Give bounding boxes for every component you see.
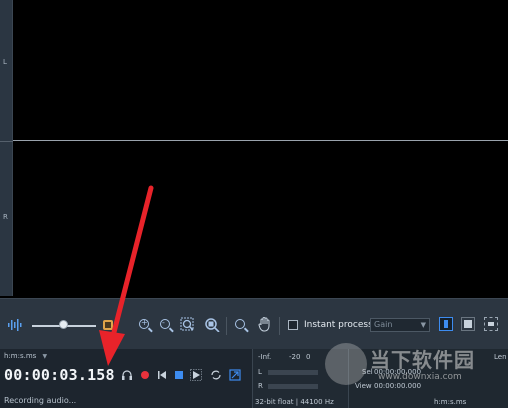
meter-zero-label: 0 (306, 353, 311, 361)
ruler-divider (0, 141, 13, 142)
headphones-icon[interactable] (121, 369, 133, 381)
zoom-in-icon[interactable]: + (139, 318, 149, 329)
zoom-out-icon[interactable]: - (160, 318, 170, 329)
chevron-down-icon: ▼ (42, 353, 48, 360)
select-view-button[interactable] (484, 317, 498, 331)
selection-time-format: h:m:s.ms (434, 398, 467, 406)
meter-inf-label: -Inf. (258, 353, 272, 361)
meter-bar-right (268, 384, 318, 389)
loop-icon[interactable] (210, 369, 222, 381)
channel-divider (13, 140, 508, 141)
gain-select-value: Gain (374, 320, 393, 329)
spectrogram-icon[interactable] (102, 318, 114, 332)
audio-editor-window: L R + - Instant process Gain ▼ h:m:s.ms … (0, 0, 508, 408)
chevron-down-icon: ▼ (420, 321, 426, 329)
follow-playback-icon[interactable] (229, 369, 241, 381)
meter-db-label: -20 (289, 353, 301, 361)
record-icon[interactable] (139, 369, 151, 381)
zoom-full-icon[interactable] (204, 317, 220, 332)
toolbar-separator (226, 317, 227, 335)
stop-icon[interactable] (173, 369, 185, 381)
audio-format-label: 32-bit float | 44100 Hz (255, 398, 334, 406)
time-format-value: h:m:s.ms (4, 352, 37, 360)
instant-process-mode-select[interactable]: Gain ▼ (370, 318, 430, 332)
zoom-selection-icon[interactable] (180, 317, 196, 332)
meter-left-label: L (258, 368, 262, 376)
toolbar-separator (279, 317, 280, 335)
skip-back-icon[interactable] (156, 369, 168, 381)
time-format-label[interactable]: h:m:s.ms ▼ (4, 352, 47, 360)
zoom-slider-handle[interactable] (59, 320, 68, 329)
watermark-text: 当下软件园 (370, 348, 475, 372)
waveform-area[interactable] (13, 0, 508, 296)
instant-process-label: Instant process (304, 320, 373, 330)
channel-label-left: L (3, 58, 7, 66)
view-start-label: View (355, 382, 372, 390)
play-icon[interactable] (190, 369, 202, 381)
magnify-tool-icon[interactable] (235, 319, 245, 329)
spectral-view-button[interactable] (461, 317, 475, 331)
view-start-value[interactable]: 00:00:00.000 (374, 382, 421, 390)
hand-tool-icon[interactable] (257, 316, 273, 332)
waveform-view-button[interactable] (439, 317, 453, 331)
current-time-display: 00:00:03.158 (4, 366, 115, 384)
meter-bar-left (268, 370, 318, 375)
waveform-icon[interactable] (7, 318, 23, 332)
status-text: Recording audio... (4, 396, 77, 405)
watermark-url: www.downxia.com (378, 372, 462, 382)
view-toolbar (0, 298, 508, 349)
meter-right-label: R (258, 382, 263, 390)
channel-label-right: R (3, 213, 8, 221)
watermark-logo-icon (325, 343, 367, 385)
instant-process-checkbox[interactable] (288, 320, 298, 330)
channel-ruler: L R (0, 0, 13, 296)
length-label: Len (494, 353, 507, 361)
